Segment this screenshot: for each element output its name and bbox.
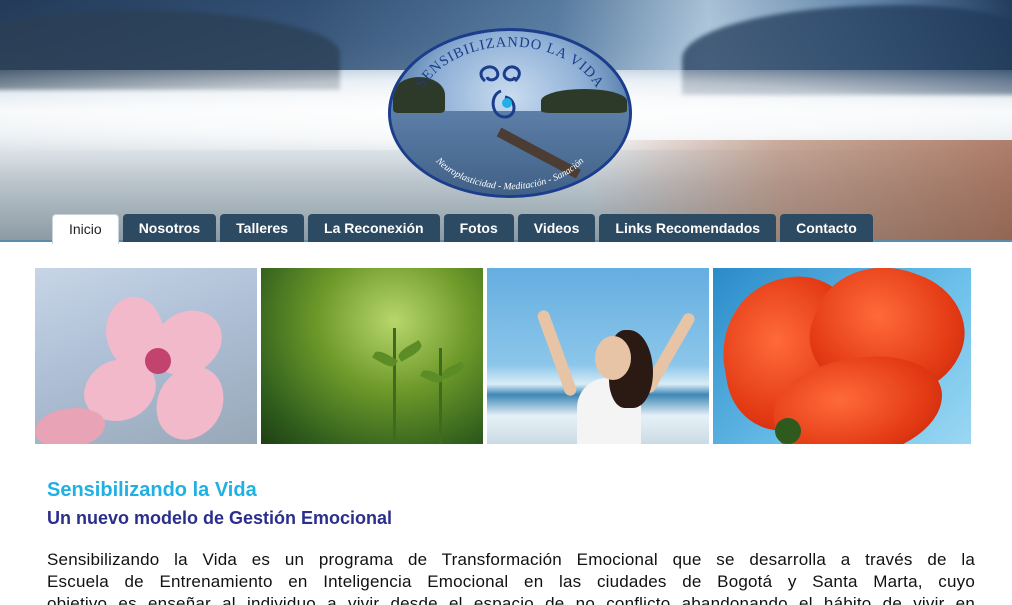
tab-contacto[interactable]: Contacto	[780, 214, 873, 242]
photo-pink-blossom	[35, 268, 257, 444]
photo-woman-beach	[487, 268, 709, 444]
page-subtitle: Un nuevo modelo de Gestión Emocional	[47, 508, 393, 528]
header-banner: SENSIBILIZANDO LA VIDA Neuroplasticidad …	[0, 0, 1012, 242]
intro-line: objetivo es enseñar al individuo a vivir…	[47, 594, 975, 605]
main-content: Sensibilizando la Vida Un nuevo modelo d…	[47, 478, 975, 605]
main-nav: Inicio Nosotros Talleres La Reconexión F…	[52, 214, 873, 244]
tab-links-recomendados[interactable]: Links Recomendados	[599, 214, 777, 242]
tab-fotos[interactable]: Fotos	[443, 214, 514, 242]
logo-tagline: Neuroplasticidad - Meditación - Sanación	[433, 155, 587, 192]
logo-arc-text: SENSIBILIZANDO LA VIDA Neuroplasticidad …	[413, 34, 607, 192]
svg-text:Neuroplasticidad - Meditación: Neuroplasticidad - Meditación - Sanación	[433, 155, 587, 192]
intro-paragraph: Sensibilizando la Vida es un programa de…	[47, 549, 975, 605]
svg-text:SENSIBILIZANDO LA VIDA: SENSIBILIZANDO LA VIDA	[413, 34, 607, 91]
photo-strip	[35, 268, 975, 444]
intro-line: Escuela de Entrenamiento en Inteligencia…	[47, 572, 975, 591]
tab-videos[interactable]: Videos	[517, 214, 596, 242]
page-title: Sensibilizando la Vida	[47, 479, 257, 501]
site-logo[interactable]: SENSIBILIZANDO LA VIDA Neuroplasticidad …	[388, 28, 632, 198]
tab-inicio[interactable]: Inicio	[52, 214, 119, 244]
photo-green-sprout	[261, 268, 483, 444]
photo-red-poppy	[713, 268, 971, 444]
logo-title: SENSIBILIZANDO LA VIDA	[413, 34, 606, 91]
tab-nosotros[interactable]: Nosotros	[122, 214, 217, 242]
tab-la-reconexion[interactable]: La Reconexión	[308, 214, 440, 242]
tab-talleres[interactable]: Talleres	[220, 214, 305, 242]
intro-line: Sensibilizando la Vida es un programa de…	[47, 550, 975, 569]
